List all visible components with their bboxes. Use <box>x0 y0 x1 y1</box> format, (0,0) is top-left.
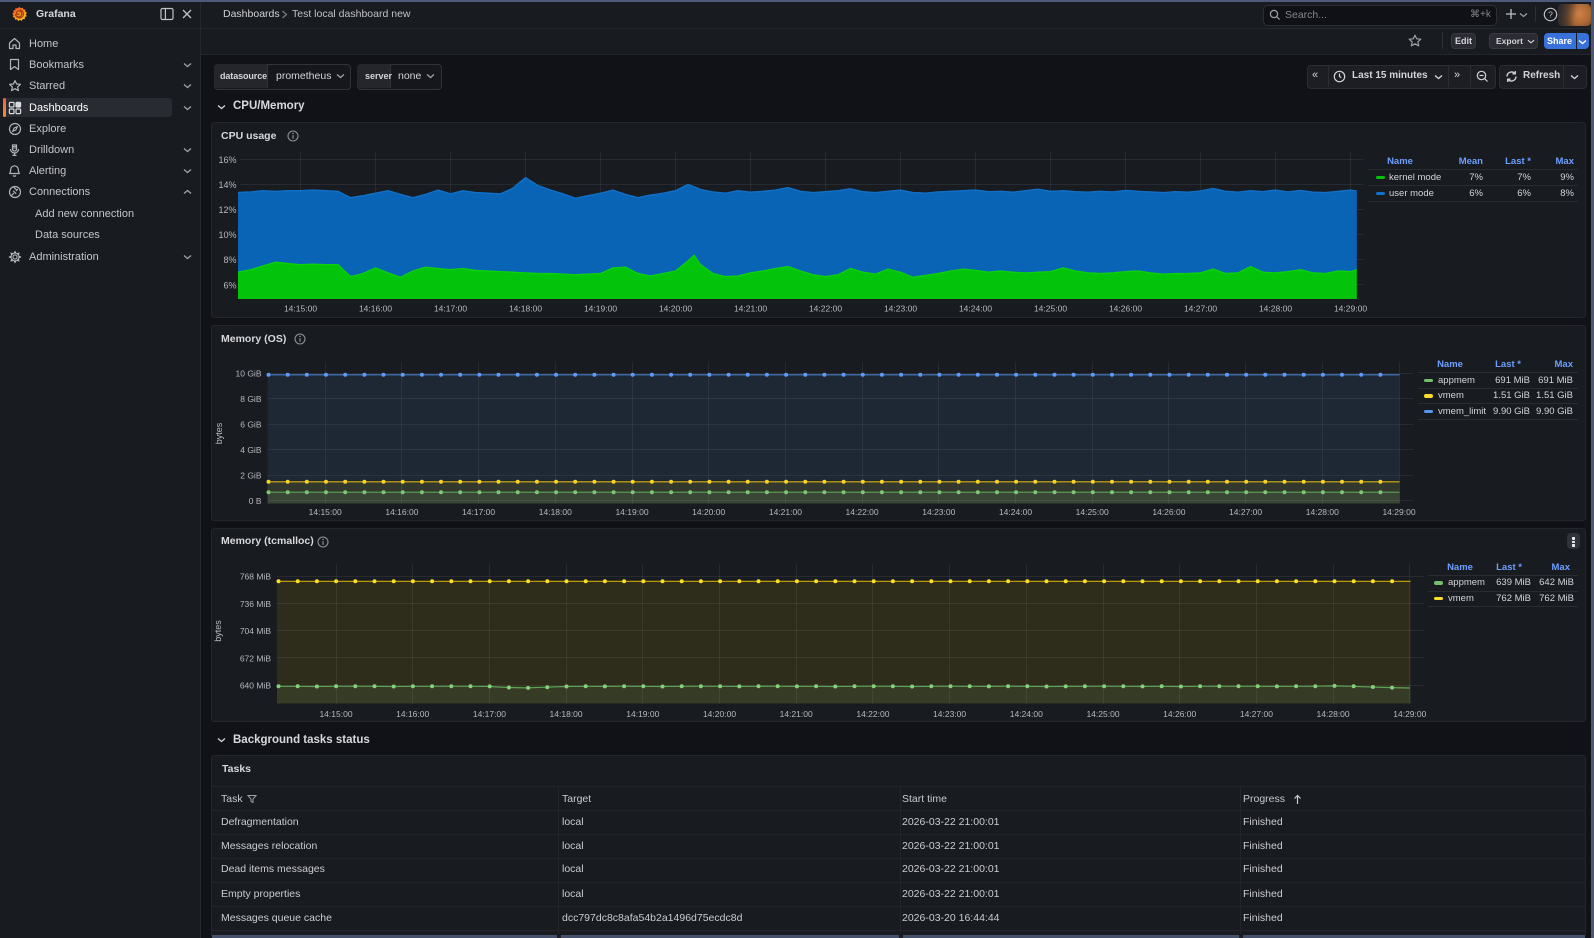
svg-text:14:22:00: 14:22:00 <box>856 709 889 719</box>
svg-text:14:26:00: 14:26:00 <box>1109 304 1142 314</box>
svg-text:768 MiB: 768 MiB <box>240 572 272 582</box>
svg-text:14:24:00: 14:24:00 <box>999 507 1032 517</box>
svg-text:14:18:00: 14:18:00 <box>539 507 572 517</box>
svg-text:14:16:00: 14:16:00 <box>385 507 418 517</box>
svg-text:bytes: bytes <box>214 422 224 444</box>
svg-text:14:25:00: 14:25:00 <box>1086 709 1119 719</box>
svg-text:6%: 6% <box>223 280 236 290</box>
svg-text:14:25:00: 14:25:00 <box>1034 304 1067 314</box>
svg-text:736 MiB: 736 MiB <box>240 599 272 609</box>
svg-text:14:16:00: 14:16:00 <box>359 304 392 314</box>
svg-text:14:21:00: 14:21:00 <box>769 507 802 517</box>
svg-text:14:23:00: 14:23:00 <box>922 507 955 517</box>
svg-text:14:17:00: 14:17:00 <box>434 304 467 314</box>
svg-text:14:29:00: 14:29:00 <box>1382 507 1415 517</box>
svg-text:14:24:00: 14:24:00 <box>959 304 992 314</box>
svg-text:672 MiB: 672 MiB <box>240 653 272 663</box>
svg-text:14:26:00: 14:26:00 <box>1163 709 1196 719</box>
svg-text:14:29:00: 14:29:00 <box>1334 304 1367 314</box>
svg-text:14:18:00: 14:18:00 <box>550 709 583 719</box>
svg-text:bytes: bytes <box>213 620 223 642</box>
svg-text:14:21:00: 14:21:00 <box>780 709 813 719</box>
svg-text:14:17:00: 14:17:00 <box>462 507 495 517</box>
svg-text:640 MiB: 640 MiB <box>240 681 272 691</box>
svg-text:14%: 14% <box>218 180 236 190</box>
svg-text:10 GiB: 10 GiB <box>236 368 262 378</box>
svg-text:14:17:00: 14:17:00 <box>473 709 506 719</box>
svg-text:14:27:00: 14:27:00 <box>1184 304 1217 314</box>
svg-text:16%: 16% <box>218 155 236 165</box>
svg-text:14:24:00: 14:24:00 <box>1010 709 1043 719</box>
svg-text:14:23:00: 14:23:00 <box>933 709 966 719</box>
svg-text:14:26:00: 14:26:00 <box>1152 507 1185 517</box>
svg-text:14:18:00: 14:18:00 <box>509 304 542 314</box>
svg-text:14:22:00: 14:22:00 <box>846 507 879 517</box>
svg-text:14:27:00: 14:27:00 <box>1240 709 1273 719</box>
svg-text:14:15:00: 14:15:00 <box>284 304 317 314</box>
svg-text:14:28:00: 14:28:00 <box>1317 709 1350 719</box>
svg-text:6 GiB: 6 GiB <box>240 419 262 429</box>
svg-text:704 MiB: 704 MiB <box>240 626 272 636</box>
svg-text:14:21:00: 14:21:00 <box>734 304 767 314</box>
svg-text:14:22:00: 14:22:00 <box>809 304 842 314</box>
svg-text:14:15:00: 14:15:00 <box>309 507 342 517</box>
svg-text:12%: 12% <box>218 205 236 215</box>
svg-text:14:15:00: 14:15:00 <box>319 709 352 719</box>
svg-text:8%: 8% <box>223 255 236 265</box>
svg-text:14:23:00: 14:23:00 <box>884 304 917 314</box>
svg-text:14:28:00: 14:28:00 <box>1259 304 1292 314</box>
svg-text:4 GiB: 4 GiB <box>240 445 262 455</box>
svg-text:10%: 10% <box>218 230 236 240</box>
svg-text:14:19:00: 14:19:00 <box>584 304 617 314</box>
svg-text:14:25:00: 14:25:00 <box>1076 507 1109 517</box>
svg-text:0 B: 0 B <box>249 496 262 506</box>
svg-text:14:20:00: 14:20:00 <box>703 709 736 719</box>
svg-text:14:28:00: 14:28:00 <box>1306 507 1339 517</box>
svg-text:14:20:00: 14:20:00 <box>692 507 725 517</box>
svg-text:14:20:00: 14:20:00 <box>659 304 692 314</box>
svg-text:8 GiB: 8 GiB <box>240 394 262 404</box>
svg-text:14:27:00: 14:27:00 <box>1229 507 1262 517</box>
svg-text:14:19:00: 14:19:00 <box>626 709 659 719</box>
svg-text:14:16:00: 14:16:00 <box>396 709 429 719</box>
svg-text:14:29:00: 14:29:00 <box>1393 709 1426 719</box>
svg-text:14:19:00: 14:19:00 <box>615 507 648 517</box>
svg-text:?: ? <box>1548 9 1553 19</box>
svg-text:2 GiB: 2 GiB <box>240 470 262 480</box>
